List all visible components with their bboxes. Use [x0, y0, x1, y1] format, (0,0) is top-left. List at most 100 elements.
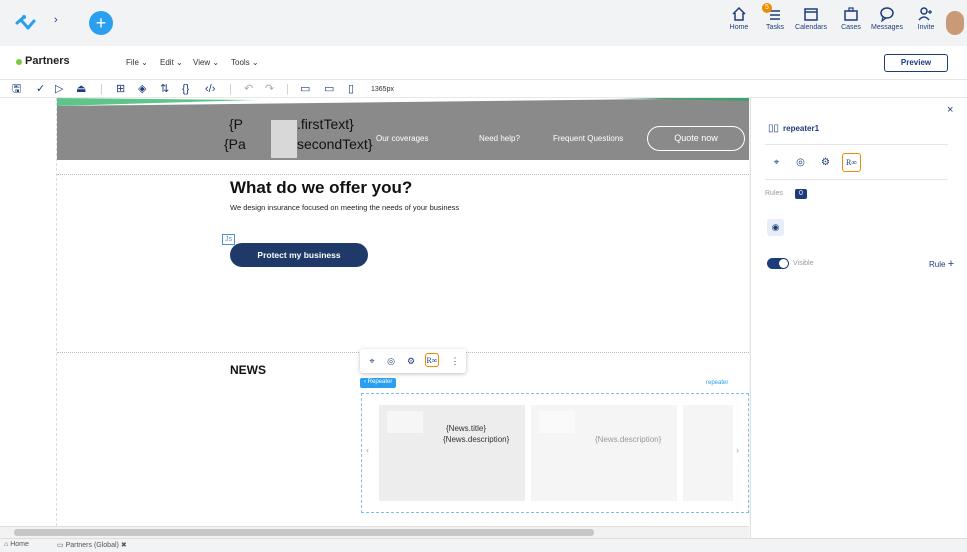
save-icon[interactable]: 🖫 — [12, 83, 21, 95]
calendars-label: Calendars — [795, 24, 827, 31]
carousel-prev-icon[interactable]: ‹ — [366, 445, 369, 455]
crosshair-icon[interactable]: ⌖ — [768, 154, 785, 171]
news-card[interactable]: {News.description} — [531, 405, 677, 501]
close-icon[interactable]: × — [947, 104, 953, 116]
home-nav-button[interactable]: Home — [719, 6, 759, 31]
palette-icon[interactable]: ◎ — [792, 154, 809, 171]
desktop-icon[interactable]: ▭ — [300, 83, 310, 95]
carousel-next-icon[interactable]: › — [736, 445, 739, 455]
code-icon[interactable]: ‹/› — [205, 83, 215, 95]
message-bubble-icon — [880, 7, 894, 22]
toolbar-divider: | — [229, 83, 232, 95]
divider — [765, 144, 948, 145]
news-description: {News.description} — [595, 435, 662, 444]
cases-label: Cases — [841, 24, 861, 31]
js-badge[interactable]: Js — [222, 234, 235, 245]
hero-second-text-cont: secondText} — [297, 136, 373, 152]
news-card[interactable] — [683, 405, 733, 501]
hero-banner[interactable] — [57, 98, 749, 160]
eye-icon[interactable]: ◉ — [767, 219, 784, 236]
tab-home[interactable]: ⌂ Home — [4, 541, 29, 548]
bottom-tab-bar: ⌂ Home ▭ Partners (Global) ✖ — [0, 538, 967, 552]
crosshair-icon[interactable]: ⌖ — [365, 354, 379, 368]
news-heading: NEWS — [230, 363, 266, 377]
invite-label: Invite — [917, 24, 935, 31]
editor-toolbar: 🖫 ✓ ▷ ⏏ | ⊞ ◈ ⇅ {} ‹/› | ↶ ↷ | ▭ ▭ ▯ 136… — [0, 80, 967, 98]
tab-partners[interactable]: ▭ Partners (Global) ✖ — [57, 541, 127, 549]
rules-icon[interactable]: R∞ — [425, 353, 439, 367]
top-bar: › + Home Tasks 5 Calendars Cases Message… — [0, 0, 967, 46]
tasks-label: Tasks — [766, 24, 784, 31]
data-icon[interactable]: ⇅ — [160, 83, 169, 95]
app-logo-icon[interactable] — [14, 13, 36, 33]
briefcase-icon — [844, 7, 858, 21]
hero-first-text: {P — [229, 116, 244, 132]
page-title: Partners — [25, 55, 70, 67]
image-placeholder — [387, 411, 423, 433]
news-description: {News.description} — [443, 435, 510, 444]
check-icon[interactable]: ✓ — [36, 83, 45, 95]
nav-frequent-questions[interactable]: Frequent Questions — [553, 134, 623, 143]
calendars-nav-button[interactable]: Calendars — [791, 6, 831, 31]
cases-nav-button[interactable]: Cases — [831, 6, 871, 31]
more-vertical-icon[interactable]: ⋮ — [448, 354, 462, 368]
palette-icon[interactable]: ◎ — [384, 354, 398, 368]
toggle-knob — [779, 259, 788, 268]
publish-icon[interactable]: ⏏ — [76, 83, 86, 95]
nav-need-help[interactable]: Need help? — [479, 134, 520, 143]
messages-nav-button[interactable]: Messages — [867, 6, 907, 31]
divider — [765, 179, 948, 180]
image-placeholder — [271, 120, 297, 158]
settings-gear-icon[interactable]: ⚙ — [817, 154, 834, 171]
toolbar-divider: | — [100, 83, 103, 95]
settings-gear-icon[interactable]: ⚙ — [404, 354, 418, 368]
protect-business-button[interactable]: Protect my business — [230, 243, 368, 267]
repeater-name-label: repeater — [706, 380, 729, 386]
quote-now-button[interactable]: Quote now — [647, 126, 745, 151]
components-icon[interactable]: ⊞ — [116, 83, 125, 95]
run-icon[interactable]: ▷ — [55, 83, 63, 95]
home-icon — [732, 6, 746, 21]
scrollbar-thumb[interactable] — [14, 529, 594, 536]
invite-nav-button[interactable]: Invite — [906, 6, 946, 31]
offer-subtitle: We design insurance focused on meeting t… — [230, 203, 460, 212]
redo-icon[interactable]: ↷ — [265, 83, 274, 95]
visible-toggle[interactable] — [767, 258, 789, 269]
section-divider — [57, 174, 749, 175]
horizontal-scrollbar[interactable] — [0, 526, 749, 538]
menu-view[interactable]: View ⌄ — [193, 58, 219, 67]
rules-label: Rules — [765, 190, 783, 197]
repeater-icon: ▯▯ — [768, 123, 780, 134]
image-placeholder — [539, 411, 575, 433]
tasks-nav-button[interactable]: Tasks 5 — [755, 3, 795, 31]
close-tab-icon[interactable]: ✖ — [121, 542, 127, 549]
hero-second-text: {Pa — [224, 136, 246, 152]
rules-icon[interactable]: R∞ — [842, 153, 861, 172]
messages-label: Messages — [871, 24, 903, 31]
layers-icon[interactable]: ◈ — [138, 83, 146, 95]
component-name: repeater1 — [783, 124, 820, 133]
tasks-badge: 5 — [762, 3, 772, 13]
chevron-right-icon[interactable]: › — [54, 14, 58, 26]
add-rule-button[interactable]: Rule + — [929, 258, 954, 270]
menu-file[interactable]: File ⌄ — [126, 58, 148, 67]
mobile-icon[interactable]: ▯ — [348, 83, 354, 95]
preview-button[interactable]: Preview — [884, 54, 948, 72]
undo-icon[interactable]: ↶ — [244, 83, 253, 95]
tablet-icon[interactable]: ▭ — [324, 83, 334, 95]
repeater-tag[interactable]: ‹ Repeater — [360, 378, 397, 388]
properties-panel: × ▯▯ repeater1 ⌖ ◎ ⚙ R∞ Rules 0 ◉ Visibl… — [750, 98, 967, 538]
menu-tools[interactable]: Tools ⌄ — [231, 58, 259, 67]
rules-count-badge: 0 — [795, 189, 807, 199]
nav-our-coverages[interactable]: Our coverages — [376, 134, 428, 143]
braces-icon[interactable]: {} — [182, 83, 189, 95]
news-title: {News.title} — [446, 424, 487, 433]
avatar[interactable] — [946, 11, 964, 35]
plus-icon: + — [947, 258, 955, 270]
component-floating-toolbar: ⌖ ◎ ⚙ R∞ ⋮ — [360, 349, 466, 373]
design-canvas[interactable]: {P .firstText} {Pa secondText} Our cover… — [0, 98, 749, 526]
toolbar-divider: | — [286, 83, 289, 95]
news-card[interactable]: {News.title} {News.description} — [379, 405, 525, 501]
add-icon[interactable]: + — [89, 11, 113, 35]
menu-edit[interactable]: Edit ⌄ — [160, 58, 183, 67]
